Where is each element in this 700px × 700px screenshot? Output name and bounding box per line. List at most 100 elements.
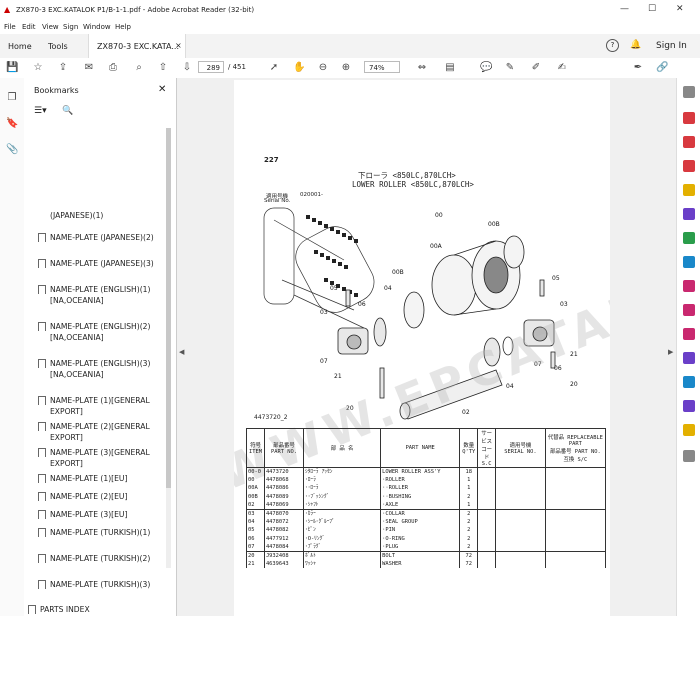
bookmark-item[interactable]: NAME-PLATE (2)[EU]	[38, 491, 168, 502]
fill-sign-icon[interactable]: ✍	[556, 62, 568, 74]
zoom-in-icon[interactable]: ⊕	[340, 62, 352, 74]
bookmark-item[interactable]: NAME-PLATE (1)[EU]	[38, 473, 168, 484]
menu-file[interactable]: File	[4, 23, 16, 31]
tab-document[interactable]: ZX870-3 EXC.KATA... ×	[88, 34, 186, 58]
zoom-out-icon[interactable]: ⊖	[317, 62, 329, 74]
next-page-icon[interactable]: ⇩	[181, 62, 193, 74]
collapse-panel-icon[interactable]: ◀	[179, 348, 184, 356]
sign-in-button[interactable]: Sign In	[656, 41, 687, 51]
cell-item: 00-0	[246, 467, 265, 477]
menu-edit[interactable]: Edit	[22, 23, 36, 31]
window-title: ZX870-3 EXC.KATALOK P1/B-1-1.pdf - Adobe…	[16, 6, 255, 14]
callout-label: 04	[506, 383, 514, 390]
cell-name-jp: ･ｶﾗｰ	[302, 509, 382, 519]
highlight-icon[interactable]: ✎	[504, 62, 516, 74]
bookmark-options-icon[interactable]: ☰▾	[34, 106, 47, 116]
bookmark-item[interactable]: PARTS INDEX	[28, 604, 158, 615]
combine-files-icon[interactable]	[683, 208, 695, 220]
previous-page-icon[interactable]: ⇧	[157, 62, 169, 74]
col-name-jp: 部 品 名	[302, 428, 382, 468]
menu-view[interactable]: View	[42, 23, 59, 31]
create-pdf-icon[interactable]	[683, 136, 695, 148]
more-tools-icon[interactable]	[683, 400, 695, 412]
bookmark-item[interactable]: NAME-PLATE (TURKISH)(3)	[38, 579, 168, 590]
comment-icon[interactable]: 💬	[480, 62, 492, 74]
bookmark-icon	[38, 474, 46, 483]
protect-icon[interactable]	[683, 328, 695, 340]
bookmark-item[interactable]: NAME-PLATE (TURKISH)(1)	[38, 527, 168, 538]
table-row: 20 J932408 ﾎﾞﾙﾄ BOLT 72	[246, 551, 607, 561]
close-window-button[interactable]: ✕	[676, 4, 684, 14]
bookmark-item[interactable]: NAME-PLATE (3)[GENERAL EXPORT]	[38, 447, 168, 469]
minimize-button[interactable]: —	[620, 4, 629, 14]
bookmark-item[interactable]: NAME-PLATE (3)[EU]	[38, 509, 168, 520]
bookmark-icon	[38, 554, 46, 563]
tab-tools[interactable]: Tools	[48, 42, 68, 51]
page-display-icon[interactable]: ▤	[444, 62, 456, 74]
bookmarks-panel: Bookmarks ✕ ☰▾ 🔍 (JAPANESE)(1) NAME-PLAT…	[24, 78, 177, 616]
bookmark-item[interactable]: NAME-PLATE (JAPANESE)(3)	[38, 258, 168, 269]
expand-panel-icon[interactable]: ▶	[668, 348, 673, 356]
bookmark-icon	[28, 605, 36, 614]
bookmark-item[interactable]: NAME-PLATE (JAPANESE)(2)	[38, 232, 168, 243]
scroll-mode-icon[interactable]: ⇔	[416, 62, 428, 74]
redact-icon[interactable]	[683, 352, 695, 364]
close-bookmarks-icon[interactable]: ✕	[158, 84, 166, 95]
zoom-level-select[interactable]: 74%	[364, 61, 400, 73]
tab-bar: Home Tools ZX870-3 EXC.KATA... × ? 🔔 Sig…	[0, 34, 700, 59]
bookmark-item[interactable]: (JAPANESE)(1)	[50, 210, 168, 221]
bookmark-item[interactable]: NAME-PLATE (2)[GENERAL EXPORT]	[38, 421, 168, 443]
share-icon[interactable]: 🔗	[656, 62, 668, 74]
save-icon[interactable]: 💾	[6, 62, 18, 74]
scan-ocr-icon[interactable]	[683, 256, 695, 268]
menu-help[interactable]: Help	[115, 23, 131, 31]
find-icon[interactable]: ⌕	[133, 62, 145, 74]
notification-bell-icon[interactable]: 🔔	[630, 40, 641, 50]
bookmark-item[interactable]: NAME-PLATE (ENGLISH)(2)[NA,OCEANIA]	[38, 321, 168, 343]
bookmarks-scrollbar[interactable]	[166, 128, 171, 568]
tab-home[interactable]: Home	[8, 42, 32, 51]
comment-tool-icon[interactable]	[683, 184, 695, 196]
document-scrollbar[interactable]	[660, 78, 674, 616]
close-tab-icon[interactable]: ×	[175, 41, 182, 50]
page-thumbnails-icon[interactable]: ❐	[6, 92, 18, 104]
cell-name-jp: ･ﾛｰﾗ	[302, 476, 382, 485]
sign-icon[interactable]: ✒	[632, 62, 644, 74]
stamp-icon[interactable]	[683, 424, 695, 436]
tools-more-icon[interactable]	[683, 450, 695, 462]
bookmark-item[interactable]: NAME-PLATE (1)[GENERAL EXPORT]	[38, 395, 168, 417]
callout-label: 21	[334, 373, 342, 380]
maximize-button[interactable]: ☐	[648, 4, 656, 14]
menu-window[interactable]: Window	[83, 23, 111, 31]
cell-name-jp: ｼﾀﾛｰﾗ ｱｯｾﾝ	[302, 467, 382, 477]
hand-tool-icon[interactable]: ✋	[293, 62, 305, 74]
email-icon[interactable]: ✉	[83, 62, 95, 74]
bookmark-label: NAME-PLATE (2)[GENERAL EXPORT]	[50, 422, 150, 442]
callout-label: 07	[320, 358, 328, 365]
organize-pages-icon[interactable]	[683, 232, 695, 244]
page-number-input[interactable]: 289	[198, 61, 224, 73]
fill-sign-tool-icon[interactable]	[683, 280, 695, 292]
bookmark-item[interactable]: NAME-PLATE (TURKISH)(2)	[38, 553, 168, 564]
bookmark-item[interactable]: NAME-PLATE (ENGLISH)(1)[NA,OCEANIA]	[38, 284, 168, 306]
menu-sign[interactable]: Sign	[63, 23, 78, 31]
attachments-icon[interactable]: 📎	[6, 144, 18, 156]
compress-icon[interactable]	[683, 376, 695, 388]
export-pdf-icon[interactable]	[683, 112, 695, 124]
scrollbar-thumb[interactable]	[166, 128, 171, 488]
print-icon[interactable]: ⎙	[107, 62, 119, 74]
help-icon[interactable]: ?	[606, 39, 619, 52]
upload-icon[interactable]: ⇪	[57, 62, 69, 74]
bookmark-star-icon[interactable]: ☆	[32, 62, 44, 74]
send-for-signature-icon[interactable]	[683, 304, 695, 316]
draw-icon[interactable]: ✐	[530, 62, 542, 74]
bookmarks-panel-icon[interactable]: 🔖	[6, 118, 18, 130]
figure-number: 4473720_2	[254, 414, 288, 421]
edit-pdf-icon[interactable]	[683, 160, 695, 172]
bookmark-item[interactable]: NAME-PLATE (ENGLISH)(3)[NA,OCEANIA]	[38, 358, 168, 380]
search-tool-icon[interactable]	[683, 86, 695, 98]
cell-qty: 2	[459, 534, 479, 543]
cell-name-jp: ･･ﾛｰﾗ	[302, 484, 382, 493]
select-tool-icon[interactable]: ➚	[268, 62, 280, 74]
find-bookmark-icon[interactable]: 🔍	[62, 106, 73, 116]
